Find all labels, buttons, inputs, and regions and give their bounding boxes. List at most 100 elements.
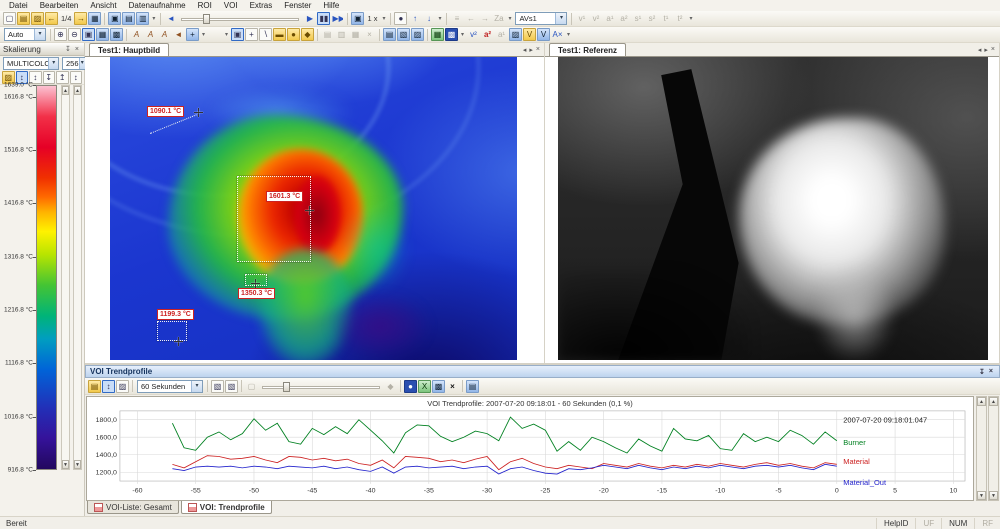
rotate-right-icon[interactable]: A [144,28,157,41]
interval-combo-caret[interactable]: ▾ [191,381,202,392]
export-dropdown[interactable]: ▾ [150,15,157,22]
calc-s2-icon[interactable]: s² [645,12,658,25]
scale-min-slider[interactable]: ▲ ▼ [73,85,82,470]
rotate-left-icon[interactable]: A [130,28,143,41]
mirror-v-icon[interactable]: ◄ [172,28,185,41]
voi-layout-icon[interactable]: ▤ [88,380,101,393]
scale-mode-combo-caret[interactable]: ▾ [34,29,45,40]
dock-pin-icon[interactable]: ↧ [63,45,73,53]
reference-image[interactable] [558,57,988,360]
scale-full-icon[interactable]: ↕ [70,71,83,84]
levels-combo[interactable]: 256 ▾ [62,57,86,70]
mirror-h-icon[interactable]: A [158,28,171,41]
menu-extras[interactable]: Extras [244,1,279,10]
scroll-up-icon[interactable]: ▲ [977,397,986,406]
menu-bearbeiten[interactable]: Bearbeiten [34,1,85,10]
save-icon[interactable]: ▦ [88,12,101,25]
menu-roi[interactable]: ROI [192,1,218,10]
open-file-icon[interactable]: ▨ [31,12,44,25]
next-event-icon[interactable]: → [478,12,491,25]
roi-tool-dropdown[interactable]: ▾ [223,31,230,38]
menu-hilfe[interactable]: Hilfe [317,1,345,10]
calc-s1-icon[interactable]: s¹ [631,12,644,25]
export-image-icon[interactable]: ▤ [122,12,135,25]
fast-forward-icon[interactable]: ▶▶ [331,12,344,25]
print-trend-icon[interactable]: ▤ [466,380,479,393]
color-scale-bar[interactable] [36,85,57,470]
dock-close-icon[interactable]: × [73,46,81,53]
play-icon[interactable]: ▶ [303,12,316,25]
scale-min-up-icon[interactable]: ▲ [74,86,81,95]
close-tab-icon[interactable]: × [536,46,540,54]
roi-polygon-icon[interactable]: ◆ [301,28,314,41]
roi-edit-icon[interactable]: ▧ [397,28,410,41]
scale-min-down-icon[interactable]: ▼ [74,460,81,469]
record-icon[interactable]: ● [394,12,407,25]
trend-zoom-out-icon[interactable]: ▧ [225,380,238,393]
export-excel-icon[interactable]: X [418,380,431,393]
prev-tab-icon[interactable]: ◂ [523,46,527,54]
scroll-down-icon[interactable]: ▼ [977,491,986,500]
measurement-cross-icon[interactable] [305,206,314,215]
window-full-icon[interactable]: ▩ [110,28,123,41]
measurement-cross-icon[interactable] [174,337,183,346]
voi-formula-icon[interactable]: a² [481,28,494,41]
scale-max-icon[interactable]: ↥ [56,71,69,84]
menu-datei[interactable]: Datei [3,1,34,10]
interval-combo[interactable]: 60 Sekunden▾ [137,380,203,393]
menu-datenaufnahme[interactable]: Datenaufnahme [123,1,192,10]
trend-zoom-in-icon[interactable]: ▧ [211,380,224,393]
voi-edit-icon[interactable]: ▨ [509,28,522,41]
voi-scale-icon[interactable]: ▨ [116,380,129,393]
voi-ref-icon[interactable]: a¹ [495,28,508,41]
roi-select-icon[interactable]: ▣ [231,28,244,41]
roi-outline[interactable] [237,176,311,262]
voi-tab-voi-trendprofile[interactable]: VOI: Trendprofile [181,501,272,514]
voi-autoscale-icon[interactable]: ↕ [102,380,115,393]
trend-cursor-icon[interactable]: ◆ [384,380,397,393]
roi-copy-icon[interactable]: ▤ [321,28,334,41]
open-report-icon[interactable]: ▤ [17,12,30,25]
voi-list-icon[interactable]: V [523,28,536,41]
nav-dropdown[interactable]: ▾ [436,15,443,22]
temperature-label[interactable]: 1601.3 °C [266,191,303,202]
profile-icon[interactable]: ▩ [445,28,458,41]
roi-paste-icon[interactable]: ▥ [335,28,348,41]
zoom-in-icon[interactable]: ⊕ [54,28,67,41]
trend-scrollbar-2[interactable]: ▲ ▼ [988,396,999,501]
export-chart-icon[interactable]: ▩ [432,380,445,393]
prev-event-icon[interactable]: ← [464,12,477,25]
roi-rect-icon[interactable]: ▬ [273,28,286,41]
timeline-slider[interactable] [181,13,299,24]
trend-visible-icon[interactable]: ● [404,380,417,393]
print-image-icon[interactable]: ▥ [136,12,149,25]
roi-line-icon[interactable]: ∖ [259,28,272,41]
pan-dropdown[interactable]: ▾ [200,31,207,38]
close-tab-icon[interactable]: × [991,46,995,54]
palette-combo-caret[interactable]: ▾ [48,58,58,69]
speed-dropdown[interactable]: ▾ [380,15,387,22]
menu-fenster[interactable]: Fenster [278,1,317,10]
roi-save-icon[interactable]: ▨ [411,28,424,41]
calc-v1-icon[interactable]: v¹ [575,12,588,25]
voi-pin-icon[interactable]: ↧ [977,368,987,376]
scale-mode-combo[interactable]: Auto▾ [4,28,46,41]
next-frame-icon[interactable]: → [74,12,87,25]
clear-trend-icon[interactable]: × [446,380,459,393]
next-tab-icon[interactable]: ▸ [529,46,533,54]
avs-combo[interactable]: AVs1▾ [515,12,567,25]
voi-close-icon[interactable]: × [987,368,995,375]
voi-dropdown[interactable]: ▾ [565,31,572,38]
calc-t2-icon[interactable]: t² [673,12,686,25]
voi-trend-icon[interactable]: V [537,28,550,41]
scroll-up-icon[interactable]: ▲ [989,397,998,406]
trend-chart[interactable]: VOI Trendprofile: 2007-07-20 09:18:01 - … [86,396,974,501]
roi-ellipse-icon[interactable]: ● [287,28,300,41]
zero-dropdown[interactable]: ▾ [506,15,513,22]
calc-a1-icon[interactable]: a¹ [603,12,616,25]
first-frame-icon[interactable]: ↑ [408,12,421,25]
calc-dropdown[interactable]: ▾ [687,15,694,22]
scroll-down-icon[interactable]: ▼ [989,491,998,500]
palette-combo[interactable]: MULTICOLOR ▾ [3,57,59,70]
menu-voi[interactable]: VOI [218,1,244,10]
